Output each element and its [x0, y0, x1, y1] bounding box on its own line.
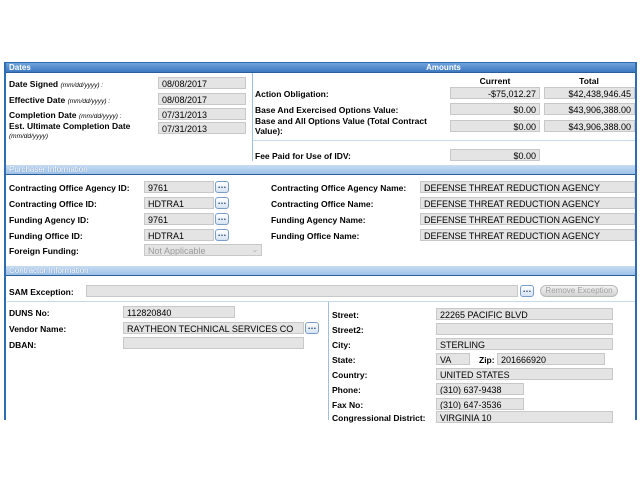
total-column-header: Total — [579, 76, 599, 86]
contracting-office-id-field[interactable]: HDTRA1 — [144, 197, 214, 209]
base-exercised-current[interactable]: $0.00 — [450, 103, 540, 115]
vendor-name-lookup-icon[interactable]: … — [305, 322, 319, 334]
est-completion-hint: (mm/dd/yyyy) — [9, 130, 48, 142]
country-field[interactable]: UNITED STATES — [436, 368, 613, 380]
funding-office-id-lookup-icon[interactable]: … — [215, 229, 229, 241]
zip-label: Zip: — [479, 355, 495, 365]
contracting-office-agency-name-field[interactable]: DEFENSE THREAT REDUCTION AGENCY — [420, 181, 635, 193]
duns-field[interactable]: 112820840 — [123, 306, 235, 318]
base-exercised-label: Base And Exercised Options Value: — [255, 105, 399, 115]
dates-amounts-divider — [252, 73, 253, 161]
contractor-divider — [7, 301, 635, 302]
action-obligation-total[interactable]: $42,438,946.45 — [544, 87, 635, 99]
remove-exception-button[interactable]: Remove Exception — [540, 285, 618, 297]
effective-date-label-text: Effective Date — [9, 95, 66, 105]
vendor-name-label: Vendor Name: — [9, 324, 67, 334]
country-label: Country: — [332, 370, 368, 380]
city-field[interactable]: STERLING — [436, 338, 613, 350]
congressional-district-field[interactable]: VIRGINIA 10 — [436, 411, 613, 423]
sam-exception-lookup-icon[interactable]: … — [520, 285, 534, 297]
completion-date-label-text: Completion Date — [9, 110, 77, 120]
zip-field[interactable]: 201666920 — [497, 353, 605, 365]
contractor-column-divider — [328, 302, 329, 420]
dban-field[interactable] — [123, 337, 304, 349]
funding-office-id-label: Funding Office ID: — [9, 231, 83, 241]
vendor-name-field[interactable]: RAYTHEON TECHNICAL SERVICES CO — [123, 322, 304, 334]
contracting-office-name-field[interactable]: DEFENSE THREAT REDUCTION AGENCY — [420, 197, 635, 209]
chevron-down-icon[interactable]: ⌄ — [251, 246, 259, 254]
fee-idv-label: Fee Paid for Use of IDV: — [255, 151, 351, 161]
contracting-office-id-label: Contracting Office ID: — [9, 199, 97, 209]
est-completion-date-field[interactable]: 07/31/2013 — [158, 122, 246, 134]
base-all-options-label: Base and All Options Value (Total Contra… — [255, 116, 427, 136]
fax-label: Fax No: — [332, 400, 364, 410]
funding-office-name-label: Funding Office Name: — [271, 231, 360, 241]
contract-form: Dates Amounts Date Signed (mm/dd/yyyy) :… — [4, 62, 637, 423]
funding-agency-id-field[interactable]: 9761 — [144, 213, 214, 225]
base-all-options-current[interactable]: $0.00 — [450, 120, 540, 132]
sam-exception-label: SAM Exception: — [9, 287, 74, 297]
fee-divider — [253, 140, 635, 141]
completion-date-field[interactable]: 07/31/2013 — [158, 108, 246, 120]
foreign-funding-label: Foreign Funding: — [9, 246, 79, 256]
date-format-hint: (mm/dd/yyyy) : — [60, 82, 104, 89]
city-label: City: — [332, 340, 351, 350]
contracting-office-agency-name-label: Contracting Office Agency Name: — [271, 183, 407, 193]
date-signed-label: Date Signed (mm/dd/yyyy) : — [9, 79, 103, 91]
fee-idv-field[interactable]: $0.00 — [450, 149, 540, 161]
foreign-funding-select[interactable]: Not Applicable — [144, 244, 262, 256]
purchaser-header: Purchaser Information — [6, 165, 635, 175]
funding-agency-name-field[interactable]: DEFENSE THREAT REDUCTION AGENCY — [420, 213, 635, 225]
current-column-header: Current — [479, 76, 511, 86]
funding-agency-id-lookup-icon[interactable]: … — [215, 213, 229, 225]
fax-field[interactable]: (310) 647-3536 — [436, 398, 524, 410]
contracting-office-agency-id-field[interactable]: 9761 — [144, 181, 214, 193]
state-field[interactable]: VA — [436, 353, 470, 365]
action-obligation-label: Action Obligation: — [255, 89, 329, 99]
funding-agency-name-label: Funding Agency Name: — [271, 215, 366, 225]
street2-field[interactable] — [436, 323, 613, 335]
street-label: Street: — [332, 310, 359, 320]
base-exercised-total[interactable]: $43,906,388.00 — [544, 103, 635, 115]
state-label: State: — [332, 355, 356, 365]
phone-label: Phone: — [332, 385, 361, 395]
sam-exception-field[interactable] — [86, 285, 518, 297]
street2-label: Street2: — [332, 325, 364, 335]
date-signed-field[interactable]: 08/08/2017 — [158, 77, 246, 89]
contractor-header: Contractor Information — [6, 266, 635, 276]
phone-field[interactable]: (310) 637-9438 — [436, 383, 524, 395]
date-format-hint: (mm/dd/yyyy) — [9, 133, 48, 140]
base-all-options-total[interactable]: $43,906,388.00 — [544, 120, 635, 132]
congressional-district-label: Congressional District: — [332, 413, 426, 423]
date-format-hint: (mm/dd/yyyy) : — [78, 113, 122, 120]
contracting-office-agency-id-lookup-icon[interactable]: … — [215, 181, 229, 193]
action-obligation-current[interactable]: -$75,012.27 — [450, 87, 540, 99]
date-signed-label-text: Date Signed — [9, 79, 59, 89]
funding-agency-id-label: Funding Agency ID: — [9, 215, 89, 225]
funding-office-id-field[interactable]: HDTRA1 — [144, 229, 214, 241]
contracting-office-name-label: Contracting Office Name: — [271, 199, 374, 209]
funding-office-name-field[interactable]: DEFENSE THREAT REDUCTION AGENCY — [420, 229, 635, 241]
amounts-header: Amounts — [252, 63, 635, 73]
effective-date-field[interactable]: 08/08/2017 — [158, 93, 246, 105]
duns-label: DUNS No: — [9, 308, 50, 318]
amounts-header-label: Amounts — [426, 63, 461, 72]
street-field[interactable]: 22265 PACIFIC BLVD — [436, 308, 613, 320]
effective-date-label: Effective Date (mm/dd/yyyy) : — [9, 95, 110, 107]
contracting-office-agency-id-label: Contracting Office Agency ID: — [9, 183, 130, 193]
contracting-office-id-lookup-icon[interactable]: … — [215, 197, 229, 209]
date-format-hint: (mm/dd/yyyy) : — [67, 98, 111, 105]
dban-label: DBAN: — [9, 340, 37, 350]
dates-header: Dates — [6, 63, 252, 73]
